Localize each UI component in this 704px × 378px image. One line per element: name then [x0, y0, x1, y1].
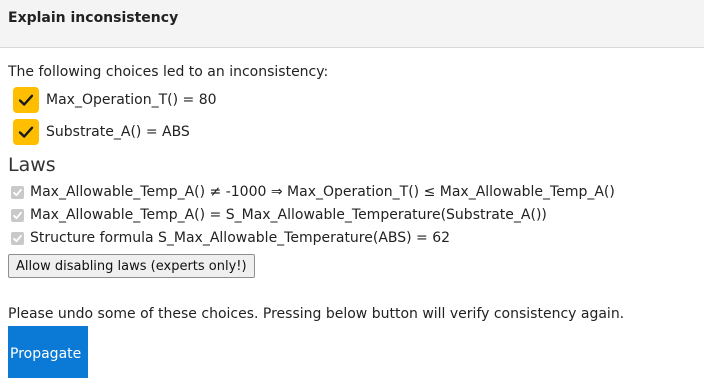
allow-disabling-laws-button[interactable]: Allow disabling laws (experts only!): [8, 254, 255, 278]
law-label: Max_Allowable_Temp_A() ≠ -1000 ⇒ Max_Ope…: [30, 184, 615, 200]
choice-label: Substrate_A() = ABS: [46, 124, 190, 140]
choice-item-max-operation-t[interactable]: Max_Operation_T() = 80: [13, 87, 217, 113]
choice-item-substrate-a[interactable]: Substrate_A() = ABS: [13, 119, 190, 145]
checkmark-icon: [18, 126, 34, 138]
disabled-checkbox: [11, 208, 24, 222]
law-label: Max_Allowable_Temp_A() = S_Max_Allowable…: [30, 207, 547, 223]
checkmark-icon: [18, 94, 34, 106]
disabled-checkbox: [11, 231, 24, 245]
choice-label: Max_Operation_T() = 80: [46, 92, 217, 108]
checked-checkbox[interactable]: [13, 87, 39, 113]
laws-heading: Laws: [8, 154, 56, 176]
dialog-header: Explain inconsistency: [0, 0, 704, 48]
intro-text: The following choices led to an inconsis…: [8, 64, 329, 80]
law-label: Structure formula S_Max_Allowable_Temper…: [30, 230, 451, 246]
checked-checkbox[interactable]: [13, 119, 39, 145]
law-item: Max_Allowable_Temp_A() = S_Max_Allowable…: [11, 206, 547, 224]
undo-instruction-text: Please undo some of these choices. Press…: [8, 306, 625, 322]
dialog-title: Explain inconsistency: [8, 10, 179, 26]
checkmark-icon: [13, 211, 22, 219]
checkmark-icon: [13, 188, 22, 196]
propagate-button[interactable]: Propagate: [8, 326, 88, 378]
law-item: Structure formula S_Max_Allowable_Temper…: [11, 229, 450, 247]
law-item: Max_Allowable_Temp_A() ≠ -1000 ⇒ Max_Ope…: [11, 183, 615, 201]
disabled-checkbox: [11, 185, 24, 199]
checkmark-icon: [13, 234, 22, 242]
